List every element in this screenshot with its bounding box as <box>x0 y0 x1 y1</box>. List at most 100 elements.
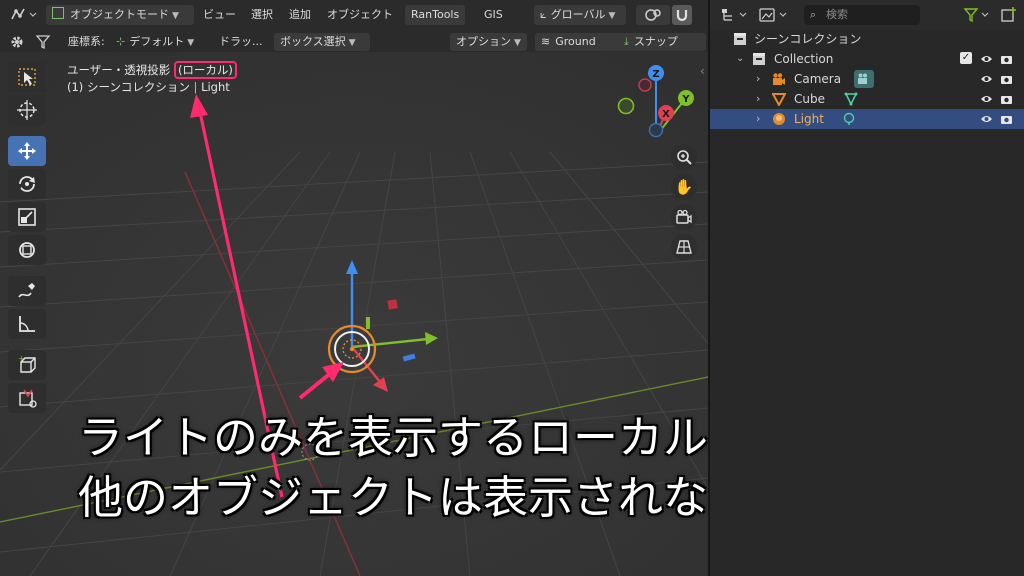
transform-icon: ⊹ <box>116 35 126 48</box>
expand-chevron-icon[interactable]: ⌄ <box>736 49 744 69</box>
pivot-point-button[interactable] <box>636 5 670 25</box>
options-dropdown[interactable]: オプション ▼ <box>450 33 527 51</box>
menu-add[interactable]: 追加 <box>289 5 311 25</box>
move-tool[interactable] <box>8 136 46 166</box>
magnet-icon <box>676 10 688 22</box>
scale-tool[interactable] <box>8 202 46 232</box>
measure-tool[interactable] <box>8 309 46 339</box>
ruler-icon <box>19 316 35 332</box>
eye-icon[interactable] <box>980 93 993 105</box>
menu-view[interactable]: ビュー <box>203 5 236 25</box>
render-camera-icon[interactable] <box>1000 93 1013 105</box>
mode-label: オブジェクトモード <box>70 8 169 21</box>
orientation-dropdown[interactable]: ⟀ グローバル ▼ <box>534 5 626 25</box>
filter-button[interactable] <box>34 33 52 51</box>
outliner-item-light[interactable]: › Light <box>710 109 1024 129</box>
menu-object[interactable]: オブジェクト <box>327 5 393 25</box>
snap-button[interactable]: ⤓ スナップ <box>618 33 706 51</box>
select-mode-dropdown[interactable]: ボックス選択 ▼ <box>274 33 370 51</box>
mesh-data-icon <box>844 92 858 106</box>
render-camera-icon[interactable] <box>1000 113 1013 125</box>
ground-button[interactable]: ≋ Ground <box>535 33 623 51</box>
pan-button[interactable]: ✋ <box>671 174 697 200</box>
outliner-item-cube[interactable]: › Cube <box>710 89 1024 109</box>
display-mode-icon <box>759 8 787 22</box>
filter-icon <box>963 8 989 23</box>
zoom-button[interactable] <box>671 144 697 170</box>
exclude-checkbox[interactable]: ✓ <box>960 52 972 64</box>
cursor-tool[interactable] <box>8 95 46 125</box>
pivot-icon <box>645 9 661 21</box>
collection-icon <box>753 53 765 65</box>
hand-icon: ✋ <box>674 178 694 196</box>
outliner-filter-button[interactable] <box>962 6 994 28</box>
display-mode-dropdown[interactable] <box>758 6 792 28</box>
object-mode-icon <box>52 7 64 19</box>
chevron-down-icon: ▼ <box>348 38 356 48</box>
expand-chevron-icon[interactable]: › <box>756 69 760 89</box>
outliner-header: ⌕ 検索 <box>710 0 1024 30</box>
outliner-search-field[interactable]: ⌕ 検索 <box>804 5 920 25</box>
projection-toggle-button[interactable] <box>671 234 697 260</box>
gis-menu[interactable]: GIS <box>484 5 503 25</box>
gizmo-y-label: Y <box>681 94 690 105</box>
select-box-tool[interactable] <box>8 62 46 92</box>
render-camera-icon[interactable] <box>1000 53 1013 65</box>
render-camera-icon[interactable] <box>1000 73 1013 85</box>
chevron-down-icon: ▼ <box>172 11 179 21</box>
scene-collection-label: シーンコレクション <box>754 32 862 46</box>
rotate-icon <box>19 176 35 192</box>
menu-select[interactable]: 選択 <box>251 5 273 25</box>
outliner-item-label: Light <box>794 112 824 126</box>
filter-icon <box>35 35 51 50</box>
new-collection-icon <box>1001 7 1016 22</box>
search-placeholder: 検索 <box>826 8 848 21</box>
editor-type-button[interactable] <box>6 5 38 25</box>
drag-label: ドラッ... <box>219 35 263 48</box>
eye-icon[interactable] <box>980 73 993 85</box>
editor-type-icon <box>11 8 37 20</box>
camera-view-button[interactable] <box>671 204 697 230</box>
collection-label: Collection <box>774 52 834 66</box>
viewport-header: オブジェクトモード ▼ ビュー 選択 追加 オブジェクト RanTools GIS… <box>0 0 708 31</box>
new-collection-button[interactable] <box>1000 6 1018 28</box>
camera-icon <box>676 209 692 224</box>
mesh-object-icon <box>772 93 786 106</box>
expand-chevron-icon[interactable]: › <box>756 109 760 129</box>
camera-data-icon <box>854 70 874 88</box>
add-cube-icon: + <box>18 354 36 373</box>
ground-icon: ≋ <box>541 35 551 48</box>
outliner-panel: ⌕ 検索 シーンコレクション ⌄ Collection ✓ › Camera ›… <box>700 0 1024 576</box>
eye-icon[interactable] <box>980 113 993 125</box>
outliner-item-label: Camera <box>794 72 842 86</box>
coord-system-dropdown[interactable]: ⊹ デフォルト ▼ <box>116 33 194 51</box>
transform-icon <box>19 242 35 258</box>
mode-dropdown[interactable]: オブジェクトモード ▼ <box>46 5 194 25</box>
eye-icon[interactable] <box>980 53 993 65</box>
annotate-tool[interactable] <box>8 276 46 306</box>
options-label: オプション <box>456 35 511 48</box>
rotate-tool[interactable] <box>8 169 46 199</box>
coord-system-label: 座標系: <box>68 35 105 48</box>
expand-chevron-icon[interactable]: › <box>756 89 760 109</box>
select-mode-value: ボックス選択 <box>280 35 346 48</box>
rantools-menu[interactable]: RanTools <box>405 5 466 25</box>
collection-row[interactable]: ⌄ Collection ✓ <box>710 49 1024 69</box>
grid-icon <box>676 240 692 254</box>
transform-tool[interactable] <box>8 235 46 265</box>
local-view-tag: (ローカル) <box>173 61 237 79</box>
snap-toggle-button[interactable] <box>672 5 692 25</box>
view-name-line: ユーザー・透視投影 (ローカル) <box>67 61 237 79</box>
extra-tool[interactable] <box>8 383 46 413</box>
sidebar-toggle-icon[interactable]: ‹ <box>700 64 705 78</box>
outliner-item-camera[interactable]: › Camera <box>710 69 1024 89</box>
outliner-editor-type-button[interactable] <box>720 6 750 28</box>
light-data-icon <box>843 112 855 125</box>
add-cube-tool[interactable]: + <box>8 350 46 380</box>
camera-object-icon <box>773 73 785 85</box>
tool-settings-gear-button[interactable] <box>8 33 26 51</box>
scene-collection-row[interactable]: シーンコレクション <box>710 29 1024 49</box>
ground-label: Ground <box>555 35 596 48</box>
zoom-icon <box>677 150 692 165</box>
svg-text:+: + <box>18 354 25 363</box>
